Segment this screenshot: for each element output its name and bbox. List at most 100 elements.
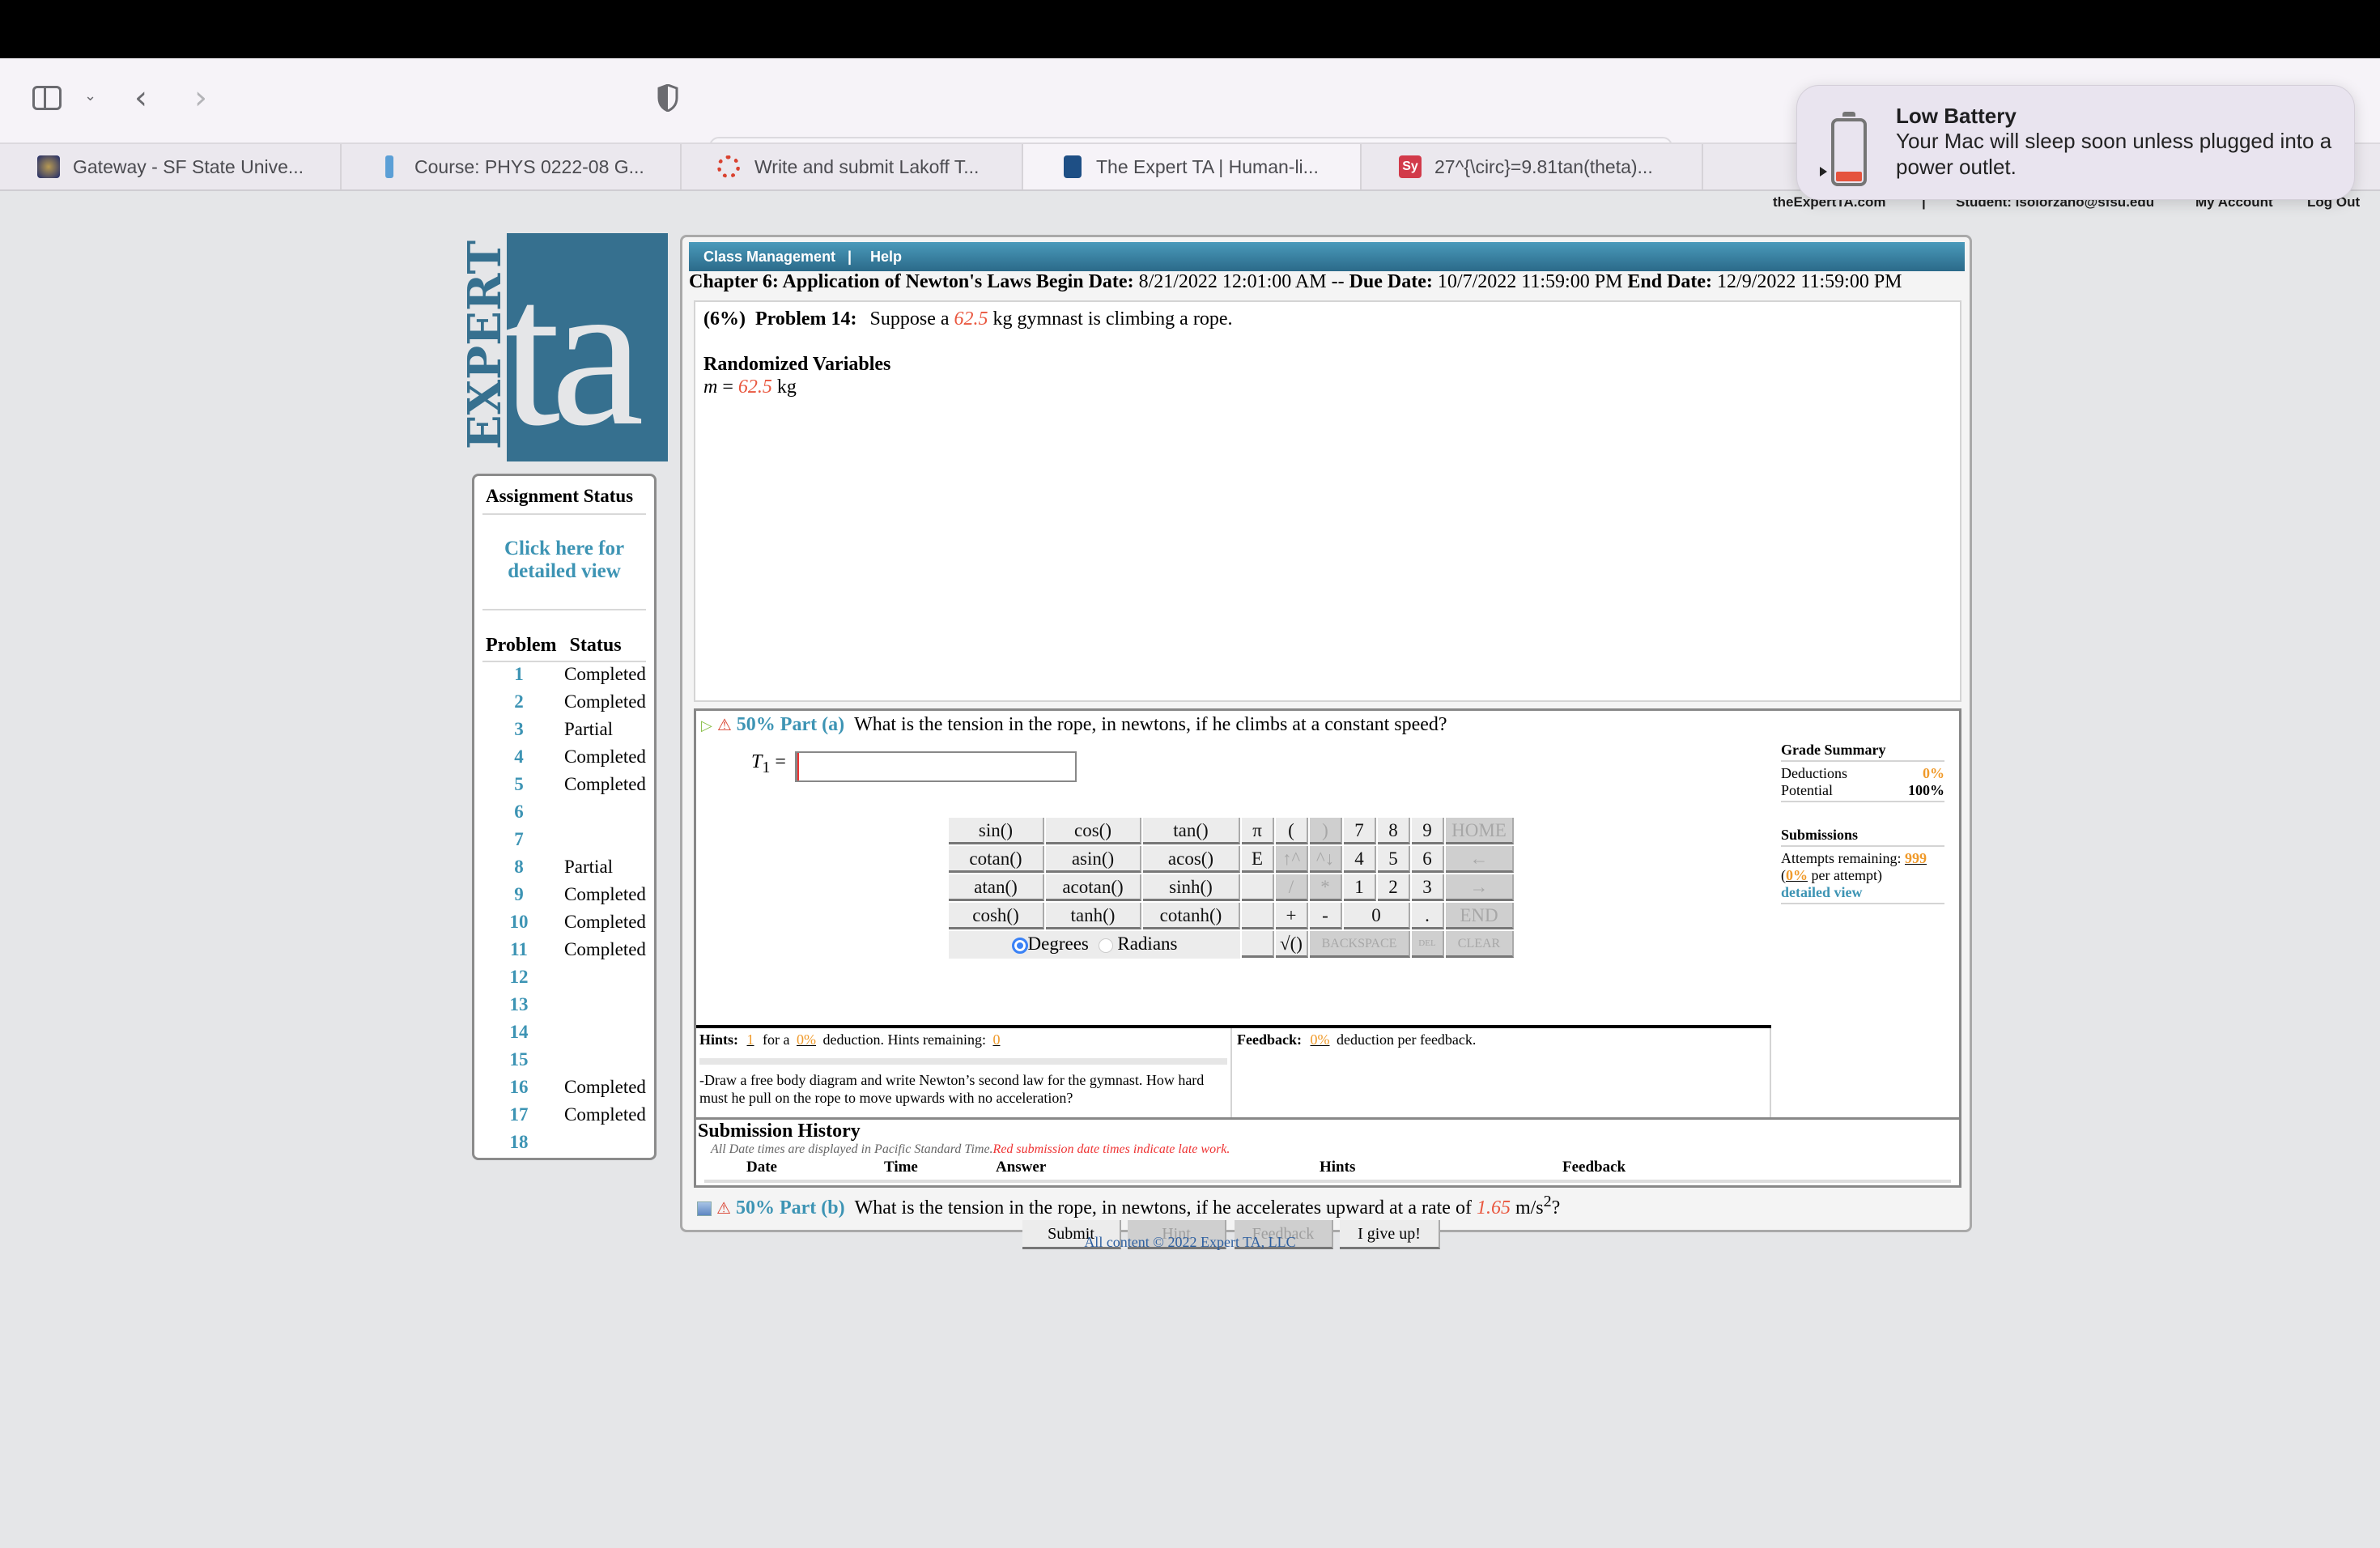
problem-number-link[interactable]: 4 <box>499 746 539 768</box>
status-row: 11 Completed <box>474 939 654 967</box>
tab-symbolab[interactable]: Sy 27^{\circ}=9.81tan(theta)... <box>1362 144 1703 189</box>
history-column-header: Date <box>746 1159 777 1176</box>
calc-key[interactable]: 9 <box>1412 818 1444 844</box>
answer-input[interactable] <box>795 751 1077 782</box>
problem-number-link[interactable]: 9 <box>499 884 539 905</box>
part-b-row[interactable]: ⚠ 50% Part (b) What is the tension in th… <box>697 1193 1560 1219</box>
tab-expertta[interactable]: The Expert TA | Human-li... <box>1023 144 1362 189</box>
calc-key[interactable]: - <box>1310 903 1342 929</box>
calc-key[interactable]: ^↓ <box>1310 846 1342 873</box>
problem-status: Completed <box>564 746 646 767</box>
degrees-radio[interactable] <box>1011 937 1028 954</box>
problem-number-link[interactable]: 7 <box>499 829 539 850</box>
calc-function-key[interactable]: tan() <box>1143 818 1240 844</box>
calc-key[interactable]: * <box>1310 874 1342 901</box>
calc-function-key[interactable]: cotan() <box>949 846 1044 873</box>
calc-function-key[interactable]: asin() <box>1046 846 1141 873</box>
calc-key[interactable]: 5 <box>1378 846 1410 873</box>
problem-number-link[interactable]: 8 <box>499 857 539 878</box>
calc-key[interactable]: ( <box>1276 818 1308 844</box>
problem-status: Completed <box>564 939 646 959</box>
calc-function-key[interactable]: acos() <box>1143 846 1240 873</box>
calc-constant-key[interactable] <box>1242 874 1274 901</box>
problem-status: Completed <box>564 1104 646 1125</box>
part-a-question: What is the tension in the rope, in newt… <box>854 714 1447 735</box>
calc-constant-key[interactable]: E <box>1242 846 1274 873</box>
calc-key[interactable]: ↑^ <box>1276 846 1308 873</box>
problem-number-link[interactable]: 2 <box>499 691 539 712</box>
detailed-view-link[interactable]: detailed view <box>1781 884 1944 904</box>
calc-key[interactable]: + <box>1276 903 1308 929</box>
calc-key[interactable]: 0 <box>1344 903 1410 929</box>
calc-key[interactable]: HOME <box>1446 818 1514 844</box>
problem-number-link[interactable]: 12 <box>499 967 539 988</box>
detailed-view-link[interactable]: Click here for detailed view <box>474 538 654 583</box>
problem-number-link[interactable]: 15 <box>499 1049 539 1070</box>
canvas-logo-icon <box>717 155 740 178</box>
help-link[interactable]: Help <box>870 249 902 266</box>
problem-number-link[interactable]: 6 <box>499 802 539 823</box>
calc-key[interactable]: END <box>1446 903 1514 929</box>
status-row: 14 <box>474 1022 654 1049</box>
problem-number-link[interactable]: 1 <box>499 664 539 685</box>
calc-constant-key[interactable] <box>1242 903 1274 929</box>
calc-key[interactable]: / <box>1276 874 1308 901</box>
problem-number-link[interactable]: 18 <box>499 1132 539 1153</box>
status-row: 4 Completed <box>474 746 654 774</box>
calc-function-key[interactable]: cosh() <box>949 903 1044 929</box>
radians-radio[interactable] <box>1098 938 1113 953</box>
calc-function-key[interactable]: sin() <box>949 818 1044 844</box>
calc-constant-key[interactable]: π <box>1242 818 1274 844</box>
status-row: 7 <box>474 829 654 857</box>
submission-history: Submission History All Date times are di… <box>698 1121 1957 1183</box>
problem-number-link[interactable]: 17 <box>499 1104 539 1125</box>
calc-key[interactable]: ) <box>1310 818 1342 844</box>
calc-key[interactable]: 1 <box>1344 874 1376 901</box>
problem-number-link[interactable]: 13 <box>499 994 539 1015</box>
calc-key[interactable]: . <box>1412 903 1444 929</box>
end-date: 12/9/2022 11:59:00 PM <box>1717 271 1902 292</box>
calc-function-key[interactable]: sinh() <box>1143 874 1240 901</box>
calc-function-key[interactable]: tanh() <box>1046 903 1141 929</box>
calc-key[interactable]: DEL <box>1412 931 1444 958</box>
tab-canvas[interactable]: Write and submit Lakoff T... <box>682 144 1023 189</box>
footer-copyright: All content © 2022 Expert TA, LLC <box>1084 1234 1296 1250</box>
warning-icon: ⚠ <box>716 715 732 734</box>
low-battery-notification[interactable]: Low Battery Your Mac will sleep soon unl… <box>1796 85 2355 200</box>
calc-key[interactable]: √() <box>1276 931 1308 958</box>
calc-key[interactable]: ← <box>1446 846 1514 873</box>
calc-function-key[interactable]: acotan() <box>1046 874 1141 901</box>
calc-key[interactable]: 3 <box>1412 874 1444 901</box>
collapse-icon[interactable] <box>697 1201 712 1217</box>
problem-number-link[interactable]: 3 <box>499 719 539 740</box>
privacy-shield-icon[interactable] <box>657 83 678 113</box>
calc-key[interactable]: 2 <box>1378 874 1410 901</box>
calc-key[interactable]: 8 <box>1378 818 1410 844</box>
problem-number-link[interactable]: 10 <box>499 912 539 933</box>
calc-function-key[interactable]: atan() <box>949 874 1044 901</box>
calc-key[interactable]: 6 <box>1412 846 1444 873</box>
chevron-down-icon[interactable]: ⌄ <box>84 87 96 104</box>
input-eq: = <box>775 751 786 772</box>
problem-number-link[interactable]: 14 <box>499 1022 539 1043</box>
problem-number-link[interactable]: 11 <box>499 939 539 960</box>
forward-icon[interactable]: › <box>194 79 207 117</box>
expand-arrow-icon[interactable]: ▷ <box>701 717 712 734</box>
sidebar-toggle-icon[interactable] <box>32 86 62 110</box>
calc-key[interactable]: BACKSPACE <box>1310 931 1410 958</box>
tab-course[interactable]: Course: PHYS 0222-08 G... <box>342 144 682 189</box>
tab-gateway[interactable]: Gateway - SF State Unive... <box>0 144 342 189</box>
back-icon[interactable]: ‹ <box>134 79 147 117</box>
calc-key[interactable]: CLEAR <box>1446 931 1514 958</box>
calc-function-key[interactable]: cotanh() <box>1143 903 1240 929</box>
calc-key[interactable]: → <box>1446 874 1514 901</box>
calc-key[interactable]: 7 <box>1344 818 1376 844</box>
battery-icon <box>1820 112 1867 186</box>
calc-key[interactable]: 4 <box>1344 846 1376 873</box>
status-row: 12 <box>474 967 654 994</box>
problem-number-link[interactable]: 5 <box>499 774 539 795</box>
calc-function-key[interactable]: cos() <box>1046 818 1141 844</box>
problem-number-link[interactable]: 16 <box>499 1077 539 1098</box>
calc-constant-key[interactable] <box>1242 931 1274 958</box>
class-management-link[interactable]: Class Management <box>703 249 835 266</box>
